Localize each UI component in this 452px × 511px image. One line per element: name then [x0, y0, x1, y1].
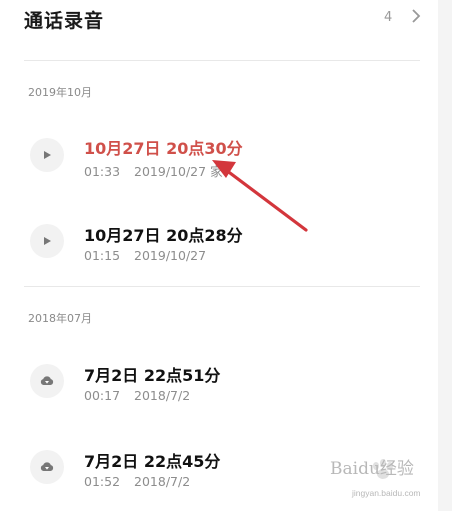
recording-duration: 01:15	[84, 248, 121, 263]
play-button[interactable]	[30, 138, 64, 172]
recordings-header[interactable]: 通话录音 4	[0, 0, 438, 52]
call-recordings-panel: 通话录音 4 2019年10月 10月27日 20点30分 01:33 2019/…	[0, 0, 438, 511]
play-icon	[44, 151, 51, 159]
recording-duration: 01:33	[84, 164, 121, 179]
recording-meta: 00:17 2018/7/2	[84, 388, 204, 403]
recording-row[interactable]: 10月27日 20点28分 01:15 2019/10/27	[0, 212, 438, 282]
watermark-url: jingyan.baidu.com	[352, 488, 421, 498]
recording-title: 10月27日 20点28分	[84, 226, 243, 245]
recording-row[interactable]: 10月27日 20点30分 01:33 2019/10/27 家	[0, 126, 438, 196]
cloud-download-icon	[40, 462, 54, 471]
download-button[interactable]	[30, 364, 64, 398]
recording-date: 2019/10/27	[134, 164, 207, 179]
recording-contact: 家	[210, 164, 223, 179]
play-button[interactable]	[30, 224, 64, 258]
recording-date: 2018/7/2	[134, 388, 191, 403]
divider	[24, 286, 420, 287]
cloud-download-icon	[40, 376, 54, 385]
recording-count: 4	[384, 10, 393, 25]
recording-date: 2018/7/2	[134, 474, 191, 489]
recording-title: 10月27日 20点30分	[84, 139, 243, 158]
recording-duration: 00:17	[84, 388, 121, 403]
recording-meta: 01:15 2019/10/27	[84, 248, 220, 263]
recording-meta: 01:52 2018/7/2	[84, 474, 204, 489]
section-header-2019-10: 2019年10月	[28, 86, 92, 99]
recording-meta: 01:33 2019/10/27 家	[84, 161, 237, 180]
watermark-text: Baidu经验	[330, 459, 414, 479]
recording-title: 7月2日 22点45分	[84, 452, 221, 471]
download-button[interactable]	[30, 450, 64, 484]
section-header-2018-07: 2018年07月	[28, 312, 92, 325]
recording-title: 7月2日 22点51分	[84, 366, 221, 385]
page-title: 通话录音	[24, 10, 105, 32]
recording-date: 2019/10/27	[134, 248, 207, 263]
chevron-right-icon[interactable]	[409, 7, 423, 25]
recording-row[interactable]: 7月2日 22点51分 00:17 2018/7/2	[0, 352, 438, 422]
play-icon	[44, 237, 51, 245]
divider	[24, 60, 420, 61]
recording-duration: 01:52	[84, 474, 121, 489]
